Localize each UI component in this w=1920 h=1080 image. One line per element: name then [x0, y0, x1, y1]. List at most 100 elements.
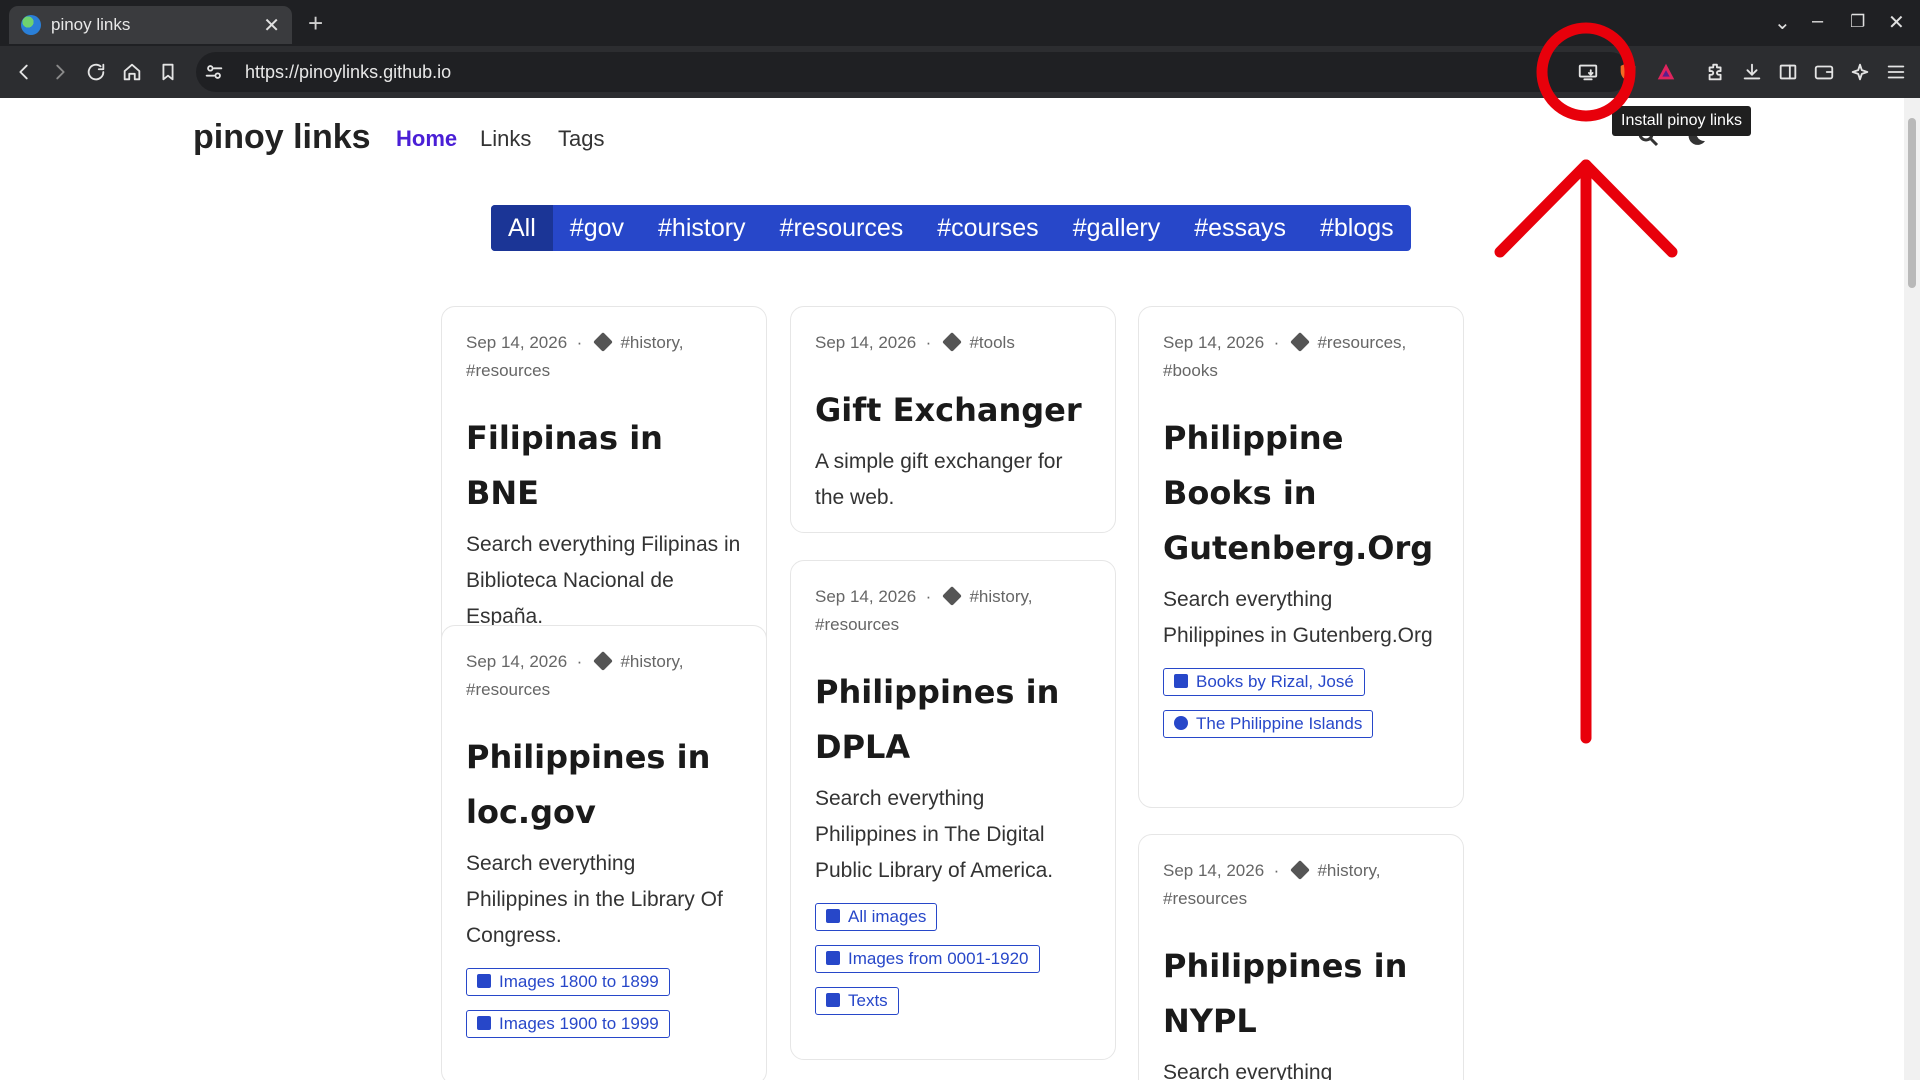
card-tags[interactable]: #tools — [969, 333, 1014, 352]
card-date: Sep 14, 2026 — [1163, 333, 1265, 352]
forward-icon[interactable] — [44, 56, 76, 88]
filter-resources[interactable]: #resources — [763, 205, 921, 251]
card-description: Search everything Philippines in The Dig… — [815, 787, 1054, 882]
link-label: The Philippine Islands — [1196, 714, 1363, 733]
link-card[interactable]: Sep 14, 2026 · #history, #resources Phil… — [790, 560, 1116, 1060]
site-info-icon[interactable] — [198, 56, 230, 88]
tag-filter-bar: All #gov #history #resources #courses #g… — [491, 205, 1411, 251]
tag-icon — [592, 332, 613, 352]
nav-home[interactable]: Home — [396, 126, 457, 152]
sidebar-icon[interactable] — [1772, 56, 1804, 88]
card-description: Search everything — [1163, 1061, 1333, 1080]
minimize-icon[interactable]: – — [1812, 10, 1823, 33]
card-meta: Sep 14, 2026 · #resources, #books — [1163, 332, 1407, 380]
link-label: Images 1800 to 1899 — [499, 972, 659, 991]
tag-icon — [1289, 860, 1310, 880]
new-tab-icon[interactable]: + — [308, 8, 323, 39]
link-books-by-rizal[interactable]: Books by Rizal, José — [1163, 668, 1365, 696]
site-title[interactable]: pinoy links — [193, 118, 371, 157]
install-app-icon[interactable] — [1572, 56, 1604, 88]
restore-icon[interactable]: ❐ — [1850, 12, 1865, 32]
tag-icon — [1289, 332, 1310, 352]
card-description: Search everything Philippines in the Lib… — [466, 852, 723, 947]
link-label: Images from 0001-1920 — [848, 949, 1029, 968]
image-icon — [826, 909, 840, 923]
home-icon[interactable] — [116, 56, 148, 88]
filter-courses[interactable]: #courses — [920, 205, 1055, 251]
nav-tags[interactable]: Tags — [558, 126, 604, 152]
card-title[interactable]: Philippine Books in Gutenberg.Org — [1163, 411, 1439, 576]
download-icon[interactable] — [1736, 56, 1768, 88]
filter-blogs[interactable]: #blogs — [1303, 205, 1411, 251]
link-images-1800-1899[interactable]: Images 1800 to 1899 — [466, 968, 670, 996]
image-icon — [477, 1016, 491, 1030]
reload-icon[interactable] — [80, 56, 112, 88]
link-all-images[interactable]: All images — [815, 903, 938, 931]
image-icon — [826, 951, 840, 965]
card-meta: Sep 14, 2026 · #history, #resources — [815, 586, 1033, 634]
card-description: A simple gift exchanger for the web. — [815, 450, 1063, 509]
install-tooltip: Install pinoy links — [1612, 106, 1751, 136]
card-description: Search everything Philippines in Gutenbe… — [1163, 588, 1433, 647]
url-text[interactable]: https://pinoylinks.github.io — [245, 62, 451, 83]
card-date: Sep 14, 2026 — [1163, 861, 1265, 880]
card-date: Sep 14, 2026 — [466, 652, 568, 671]
filter-gov[interactable]: #gov — [553, 205, 641, 251]
card-title[interactable]: Filipinas in BNE — [466, 411, 742, 521]
image-icon — [477, 974, 491, 988]
link-card[interactable]: Sep 14, 2026 · #history, #resources Phil… — [441, 625, 767, 1080]
brave-shield-icon[interactable] — [1612, 56, 1644, 88]
scrollbar-thumb[interactable] — [1908, 118, 1916, 288]
card-meta: Sep 14, 2026 · #history, #resources — [466, 651, 684, 699]
filter-history[interactable]: #history — [641, 205, 763, 251]
card-description: Search everything Filipinas in Bibliotec… — [466, 533, 741, 628]
link-label: All images — [848, 907, 927, 926]
close-tab-icon[interactable]: ✕ — [263, 13, 280, 38]
menu-icon[interactable] — [1880, 56, 1912, 88]
link-card[interactable]: Sep 14, 2026 · #history, #resources Fili… — [441, 306, 767, 652]
link-card[interactable]: Sep 14, 2026 · #resources, #books Philip… — [1138, 306, 1464, 808]
card-meta: Sep 14, 2026 · #tools — [815, 332, 1015, 352]
tag-icon — [592, 651, 613, 671]
close-window-icon[interactable]: ✕ — [1888, 10, 1905, 35]
page-scrollbar[interactable] — [1904, 98, 1920, 1080]
filter-all[interactable]: All — [491, 205, 553, 251]
leo-ai-icon[interactable] — [1844, 56, 1876, 88]
link-images-0001-1920[interactable]: Images from 0001-1920 — [815, 945, 1040, 973]
browser-tab[interactable]: pinoy links ✕ — [9, 6, 292, 44]
card-date: Sep 14, 2026 — [815, 333, 917, 352]
filter-essays[interactable]: #essays — [1177, 205, 1303, 251]
card-title[interactable]: Philippines in NYPL — [1163, 939, 1439, 1049]
card-meta: Sep 14, 2026 · #history, #resources — [466, 332, 684, 380]
card-meta: Sep 14, 2026 · #history, #resources — [1163, 860, 1381, 908]
web-page: pinoy links Home Links Tags All #gov #hi… — [0, 98, 1904, 1080]
tab-bar: pinoy links ✕ + ⌄ – ❐ ✕ — [0, 0, 1920, 46]
card-title[interactable]: Philippines in loc.gov — [466, 730, 742, 840]
document-icon — [826, 993, 840, 1007]
tab-search-icon[interactable]: ⌄ — [1774, 10, 1791, 35]
card-date: Sep 14, 2026 — [466, 333, 568, 352]
nav-links[interactable]: Links — [480, 126, 531, 152]
globe-icon — [21, 15, 41, 35]
bookmark-icon[interactable] — [152, 56, 184, 88]
extensions-icon[interactable] — [1700, 56, 1732, 88]
link-label: Images 1900 to 1999 — [499, 1014, 659, 1033]
book-icon — [1174, 674, 1188, 688]
link-label: Texts — [848, 991, 888, 1010]
link-card[interactable]: Sep 14, 2026 · #tools Gift Exchanger A s… — [790, 306, 1116, 533]
rewards-icon[interactable] — [1650, 56, 1682, 88]
link-images-1900-1999[interactable]: Images 1900 to 1999 — [466, 1010, 670, 1038]
filter-gallery[interactable]: #gallery — [1056, 205, 1178, 251]
search-icon — [1174, 716, 1188, 730]
wallet-icon[interactable] — [1808, 56, 1840, 88]
link-label: Books by Rizal, José — [1196, 672, 1354, 691]
browser-toolbar: https://pinoylinks.github.io — [0, 46, 1920, 98]
card-title[interactable]: Gift Exchanger — [815, 383, 1091, 438]
card-title[interactable]: Philippines in DPLA — [815, 665, 1091, 775]
back-icon[interactable] — [8, 56, 40, 88]
tag-icon — [941, 586, 962, 606]
link-texts[interactable]: Texts — [815, 987, 899, 1015]
card-date: Sep 14, 2026 — [815, 587, 917, 606]
link-philippine-islands[interactable]: The Philippine Islands — [1163, 710, 1374, 738]
link-card[interactable]: Sep 14, 2026 · #history, #resources Phil… — [1138, 834, 1464, 1080]
